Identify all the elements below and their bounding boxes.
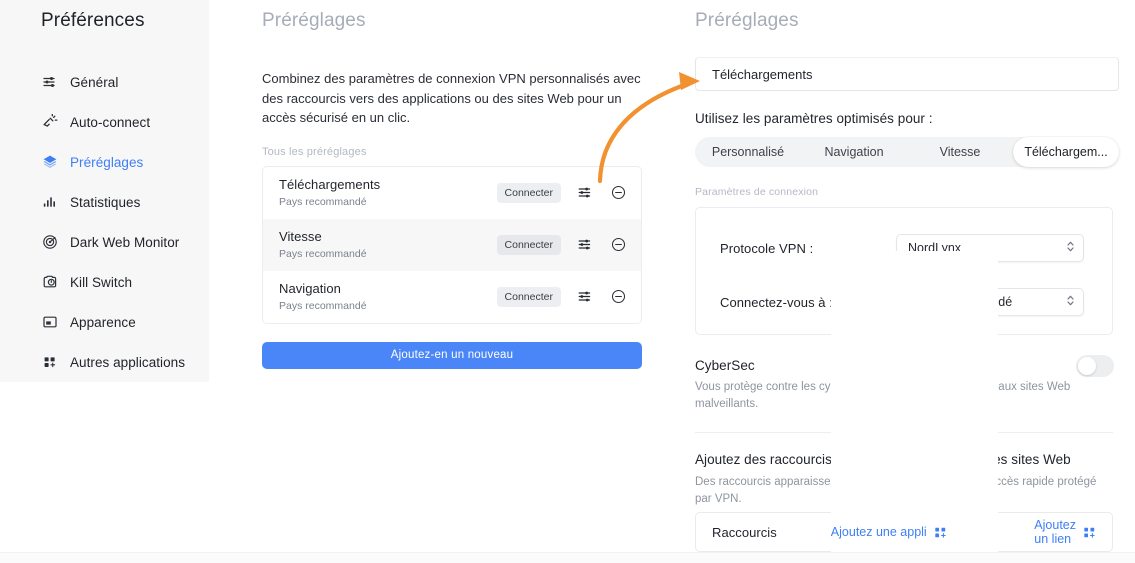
preset-subtitle: Pays recommandé <box>279 299 367 312</box>
sliders-icon <box>41 74 58 91</box>
sidebar-item-kill-switch[interactable]: Kill Switch <box>0 262 209 302</box>
sidebar-item-label: Apparence <box>70 314 136 330</box>
sliders-icon[interactable] <box>575 236 593 254</box>
remove-circle-icon[interactable] <box>609 236 627 254</box>
sidebar-item-label: Auto-connect <box>70 114 151 130</box>
sliders-icon[interactable] <box>575 184 593 202</box>
sidebar-item-label: Autres applications <box>70 354 186 370</box>
sidebar-nav: Général Auto-connect Préréglages Statist… <box>0 62 209 382</box>
preset-subtitle: Pays recommandé <box>279 195 367 208</box>
presets-description: Combinez des paramètres de connexion VPN… <box>262 71 641 125</box>
grid-plus-icon <box>934 526 947 539</box>
preferences-window: Préférences Général Auto-connect Prérégl… <box>0 0 1135 563</box>
preset-detail-title: Préréglages <box>695 10 799 31</box>
sidebar-item-preregages[interactable]: Préréglages <box>0 142 209 182</box>
list-item[interactable]: Téléchargements Pays recommandé Connecte… <box>263 166 641 219</box>
tab-personnalise[interactable]: Personnalisé <box>695 137 801 167</box>
sidebar-item-auto-connect[interactable]: Auto-connect <box>0 102 209 142</box>
remove-circle-icon[interactable] <box>609 288 627 306</box>
sidebar-item-label: Kill Switch <box>70 274 133 290</box>
tab-telechargements[interactable]: Téléchargem... <box>1013 137 1119 167</box>
presets-list-label: Tous les préréglages <box>262 145 367 158</box>
sidebar-item-label: Statistiques <box>70 194 141 210</box>
sliders-icon[interactable] <box>575 288 593 306</box>
toggle-knob <box>1078 357 1096 375</box>
appearance-icon <box>41 314 58 331</box>
optimization-tabs: Personnalisé Navigation Vitesse Téléchar… <box>695 137 1119 167</box>
optimized-for-label: Utilisez les paramètres optimisés pour : <box>695 111 933 126</box>
chevron-updown-icon <box>1066 294 1075 310</box>
layers-icon <box>41 154 58 171</box>
list-item[interactable]: Navigation Pays recommandé Connecter <box>263 270 641 323</box>
shortcuts-label: Raccourcis <box>712 524 777 540</box>
preset-name: Vitesse <box>279 228 322 244</box>
tab-vitesse[interactable]: Vitesse <box>907 137 1013 167</box>
sidebar-item-apparence[interactable]: Apparence <box>0 302 209 342</box>
preset-subtitle: Pays recommandé <box>279 247 367 260</box>
connect-button[interactable]: Connecter <box>496 234 561 255</box>
add-app-label: Ajoutez une appli <box>830 525 927 539</box>
sidebar-item-label: Général <box>70 74 119 90</box>
preset-name: Navigation <box>279 280 341 296</box>
list-item[interactable]: Vitesse Pays recommandé Connecter <box>263 218 641 271</box>
preset-name: Téléchargements <box>279 176 381 192</box>
kill-switch-icon <box>41 274 58 291</box>
preset-texts: Navigation Pays recommandé <box>279 281 497 313</box>
sidebar-item-dark-web-monitor[interactable]: Dark Web Monitor <box>0 222 209 262</box>
grid-plus-icon <box>1083 526 1096 539</box>
add-link-label: Ajoutez un lien <box>1034 518 1076 546</box>
presets-panel: Préréglages Combinez des paramètres de c… <box>262 0 654 369</box>
add-link-button[interactable]: Ajoutez un lien <box>1034 518 1096 546</box>
apps-grid-icon <box>41 354 58 371</box>
add-new-preset-button[interactable]: Ajoutez-en un nouveau <box>262 341 642 369</box>
shortcuts-box: Raccourcis Ajoutez une appli Ajoutez un … <box>695 250 1113 563</box>
page-title: Préférences <box>41 10 145 31</box>
preset-detail-panel: Préréglages Utilisez les paramètres opti… <box>695 0 1119 563</box>
tab-navigation[interactable]: Navigation <box>801 137 907 167</box>
preset-name-input[interactable] <box>695 57 1119 91</box>
radar-icon <box>41 234 58 251</box>
window-bottom-edge <box>0 552 1135 563</box>
cybersec-title: CyberSec <box>695 358 755 373</box>
sidebar-item-label: Dark Web Monitor <box>70 234 180 250</box>
presets-panel-title: Préréglages <box>262 10 366 31</box>
presets-list: Téléchargements Pays recommandé Connecte… <box>262 165 642 324</box>
sidebar-item-autres-applications[interactable]: Autres applications <box>0 342 209 382</box>
preset-texts: Vitesse Pays recommandé <box>279 229 497 261</box>
sidebar-item-label: Préréglages <box>70 154 144 170</box>
chevron-updown-icon <box>1066 240 1075 256</box>
cybersec-toggle[interactable] <box>1076 355 1114 377</box>
auto-connect-icon <box>41 114 58 131</box>
preset-texts: Téléchargements Pays recommandé <box>279 177 497 209</box>
add-app-button[interactable]: Ajoutez une appli <box>830 250 999 563</box>
sidebar-item-statistiques[interactable]: Statistiques <box>0 182 209 222</box>
connect-button[interactable]: Connecter <box>496 182 561 203</box>
bar-chart-icon <box>41 194 58 211</box>
connect-button[interactable]: Connecter <box>496 286 561 307</box>
connection-settings-label: Paramètres de connexion <box>695 186 819 198</box>
sidebar: Préférences Général Auto-connect Prérégl… <box>0 0 209 382</box>
remove-circle-icon[interactable] <box>609 184 627 202</box>
sidebar-item-general[interactable]: Général <box>0 62 209 102</box>
